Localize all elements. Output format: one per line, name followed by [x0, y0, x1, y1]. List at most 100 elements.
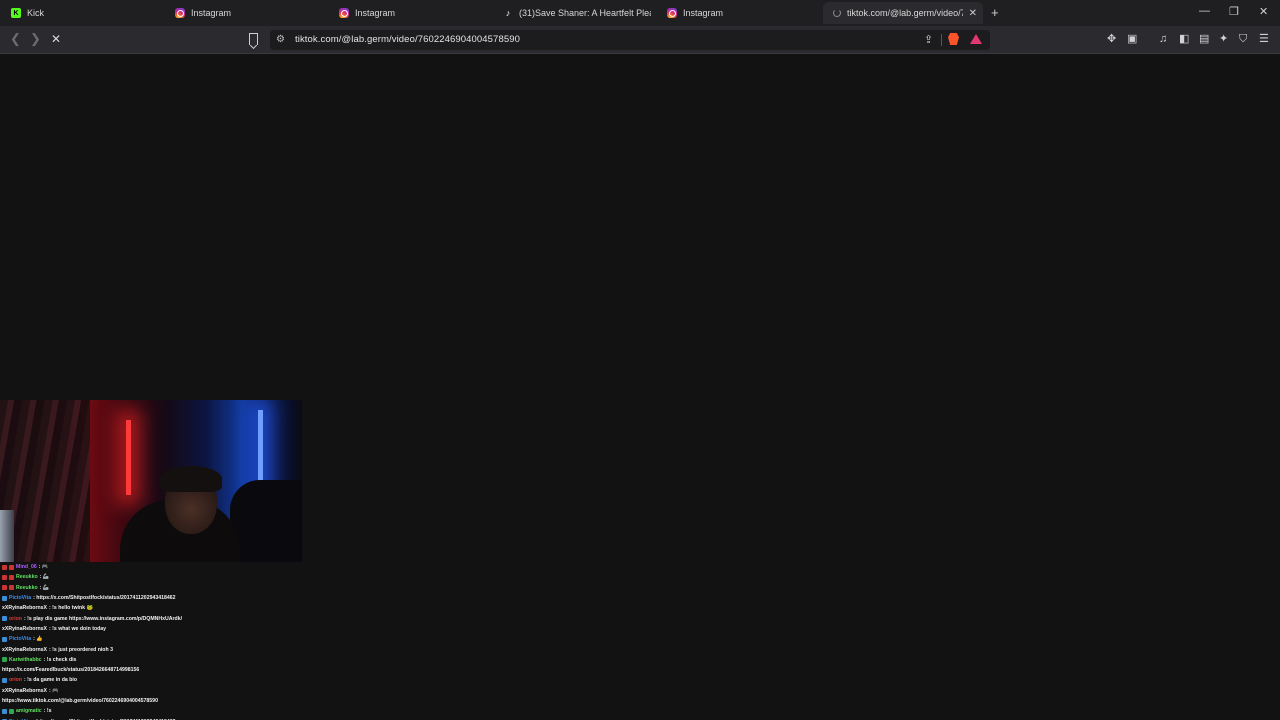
chat-message: Kariwithabbc: !s check dis [0, 655, 320, 665]
loading-spinner-icon [833, 9, 841, 17]
bookmark-icon[interactable] [249, 33, 258, 45]
chat-badge-icon [2, 585, 7, 591]
extensions-icon[interactable]: ✥ [1107, 32, 1116, 46]
chat-text: : !s just preordered nioh 3 [48, 646, 113, 653]
back-button[interactable]: ❮ [10, 32, 21, 46]
chat-text: : !s [43, 708, 52, 715]
chat-text: https://www.tiktok.com/@lab.germ/video/7… [2, 698, 158, 704]
chat-badge-icon [2, 636, 7, 642]
restore-button[interactable]: ❐ [1229, 5, 1239, 18]
tab-title: Instagram [355, 8, 396, 18]
chat-text: : !s what we doin today [48, 625, 107, 632]
chat-badge-icon [2, 657, 7, 663]
chat-message: https://x.com/Fearedlbuck/status/2018426… [0, 665, 320, 675]
share-icon[interactable]: ⇪ [924, 33, 933, 46]
chat-username: PictoVita [9, 636, 32, 643]
chat-badge-icon [2, 677, 7, 683]
divider [941, 34, 942, 46]
stop-loading-button[interactable]: ✕ [51, 32, 61, 46]
chat-username: xXRyinaRebornsX [2, 646, 47, 653]
chat-username: Kariwithabbc [9, 656, 42, 663]
tab-title: Kick [27, 8, 45, 18]
leo-ai-icon[interactable]: ✦ [1219, 32, 1228, 46]
chat-username: orion [9, 677, 22, 684]
chat-badge-icon [2, 595, 7, 601]
tab-instagram-2[interactable]: Instagram [339, 0, 395, 26]
person-hair [160, 466, 222, 492]
new-tab-button[interactable]: + [991, 5, 999, 20]
tab-title: Instagram [191, 8, 232, 18]
wallet-alt-icon[interactable]: ▤ [1199, 32, 1209, 46]
chat-username: xXRyinaRebornsX [2, 625, 47, 632]
chat-text: : https://x.com/Shitpostlfock/status/201… [33, 595, 176, 602]
chat-message: xXRyinaRebornsX: !s hello twink 🐸 [0, 603, 320, 613]
vpn-shield-icon[interactable]: ⛉ [1239, 32, 1247, 46]
chat-message: amigmatic: !s [0, 706, 320, 716]
brave-shields-icon[interactable] [948, 33, 959, 45]
chair [230, 480, 302, 562]
chat-overlay: Mind_06: 🎮 Reeukko: 🦾 Reeukko: 🦾 PictoVita:… [0, 562, 320, 720]
chat-message: orion: !s play dis game https://www.inst… [0, 613, 320, 623]
chat-username: xXRyinaRebornsX [2, 687, 47, 694]
chat-message: Reeukko: 🦾 [0, 583, 320, 593]
chat-text: : 🎮 [48, 687, 59, 694]
chat-username: Reeukko [16, 584, 38, 591]
blue-light [258, 410, 263, 490]
chat-message: xXRyinaRebornsX: !s what we doin today [0, 624, 320, 634]
chat-username: amigmatic [16, 708, 42, 715]
chat-text: : 🦾 [39, 574, 50, 581]
webcam-overlay [0, 400, 302, 562]
chat-message: xXRyinaRebornsX: !s just preordered nioh… [0, 644, 320, 654]
chat-text: : !s play dis game https://www.instagram… [23, 615, 183, 622]
chat-username: PictoVita [9, 595, 32, 602]
chat-message: orion: !s da game in da bio [0, 675, 320, 685]
minimize-button[interactable]: — [1199, 5, 1210, 17]
chat-badge-icon [9, 708, 14, 714]
red-light [126, 420, 131, 495]
chat-badge-icon [9, 574, 14, 580]
wallet-icon[interactable]: ▣ [1127, 32, 1137, 46]
forward-button[interactable]: ❯ [30, 32, 41, 46]
tab-instagram-3[interactable]: Instagram [667, 0, 723, 26]
url-text[interactable]: tiktok.com/@lab.germ/video/7602246904004… [295, 34, 520, 45]
chat-username: Mind_06 [16, 564, 37, 571]
menu-icon[interactable]: ☰ [1259, 32, 1269, 46]
instagram-icon [175, 8, 185, 18]
tab-tiktok[interactable]: ♪ (31)Save Shaner: A Heartfelt Plea | Ti [503, 0, 651, 26]
close-tab-icon[interactable]: ✕ [969, 8, 977, 19]
tab-strip: K Kick Instagram Instagram ♪ (31)Save Sh… [0, 0, 1280, 26]
tab-title: tiktok.com/@lab.germ/video/76 [847, 8, 963, 18]
chat-badge-icon [2, 564, 7, 570]
chat-text: : 🎮 [38, 564, 49, 571]
chat-message: PictoVita: https://x.com/Shitpostlfock/s… [0, 716, 320, 720]
address-bar[interactable]: ⚙ tiktok.com/@lab.germ/video/76022469040… [270, 30, 990, 50]
chat-username: xXRyinaRebornsX [2, 605, 47, 612]
tiktok-icon: ♪ [505, 8, 511, 18]
instagram-icon [667, 8, 677, 18]
chat-badge-icon [9, 564, 14, 570]
chat-badge-icon [2, 574, 7, 580]
tab-instagram-1[interactable]: Instagram [175, 0, 231, 26]
chat-message: Reeukko: 🦾 [0, 572, 320, 582]
chat-username: orion [9, 615, 22, 622]
site-info-icon[interactable]: ⚙ [276, 34, 285, 45]
chat-badge-icon [2, 708, 7, 714]
tab-kick[interactable]: K Kick [11, 0, 44, 26]
chat-message: PictoVita: https://x.com/Shitpostlfock/s… [0, 593, 320, 603]
tab-active-tiktok-video[interactable]: tiktok.com/@lab.germ/video/76 ✕ [823, 2, 983, 24]
chat-message: xXRyinaRebornsX: 🎮 [0, 686, 320, 696]
chat-badge-icon [2, 616, 7, 622]
chat-text: : 🦾 [39, 584, 50, 591]
close-window-button[interactable]: ✕ [1259, 5, 1268, 18]
brave-rewards-icon[interactable] [970, 34, 982, 44]
tab-title: (31)Save Shaner: A Heartfelt Plea | Ti [519, 8, 651, 18]
sidebar-icon[interactable]: ◧ [1179, 32, 1189, 46]
chat-badge-icon [9, 585, 14, 591]
kick-icon: K [11, 8, 21, 18]
chat-message: Mind_06: 🎮 [0, 562, 320, 572]
media-icon[interactable]: ♫ [1159, 32, 1167, 46]
chat-message: https://www.tiktok.com/@lab.germ/video/7… [0, 696, 320, 706]
tab-title: Instagram [683, 8, 724, 18]
browser-toolbar: ❮ ❯ ✕ ⚙ tiktok.com/@lab.germ/video/76022… [0, 26, 1280, 54]
chat-text: : !s hello twink 🐸 [48, 605, 93, 612]
